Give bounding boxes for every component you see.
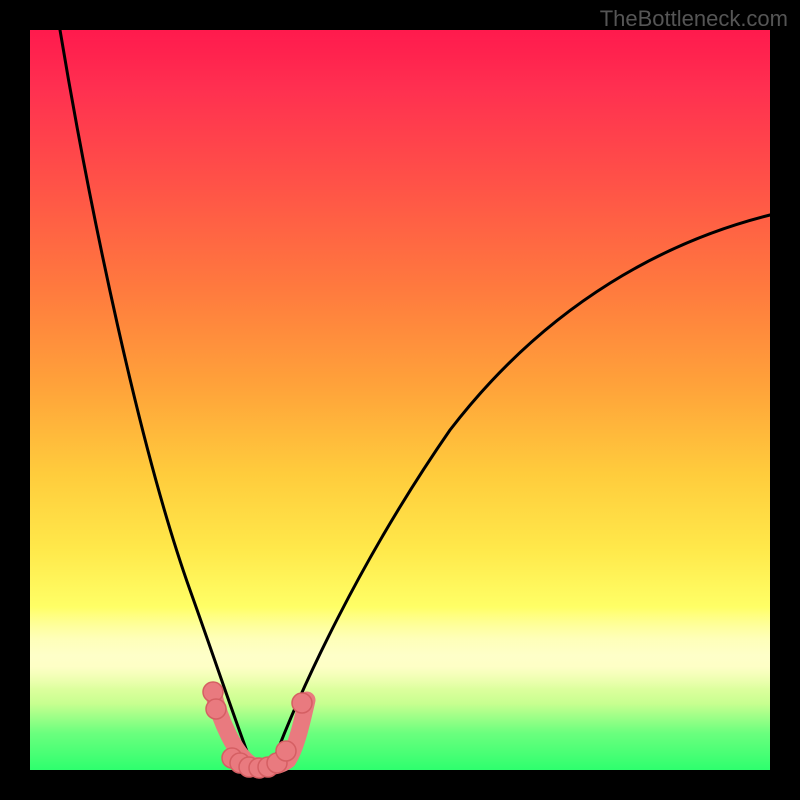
data-marker [276,741,296,761]
left-curve [60,30,252,765]
curve-layer [30,30,770,770]
chart-frame: TheBottleneck.com [0,0,800,800]
watermark-text: TheBottleneck.com [600,6,788,32]
right-curve [272,215,770,765]
data-marker [292,693,312,713]
plot-area [30,30,770,770]
data-marker [206,699,226,719]
